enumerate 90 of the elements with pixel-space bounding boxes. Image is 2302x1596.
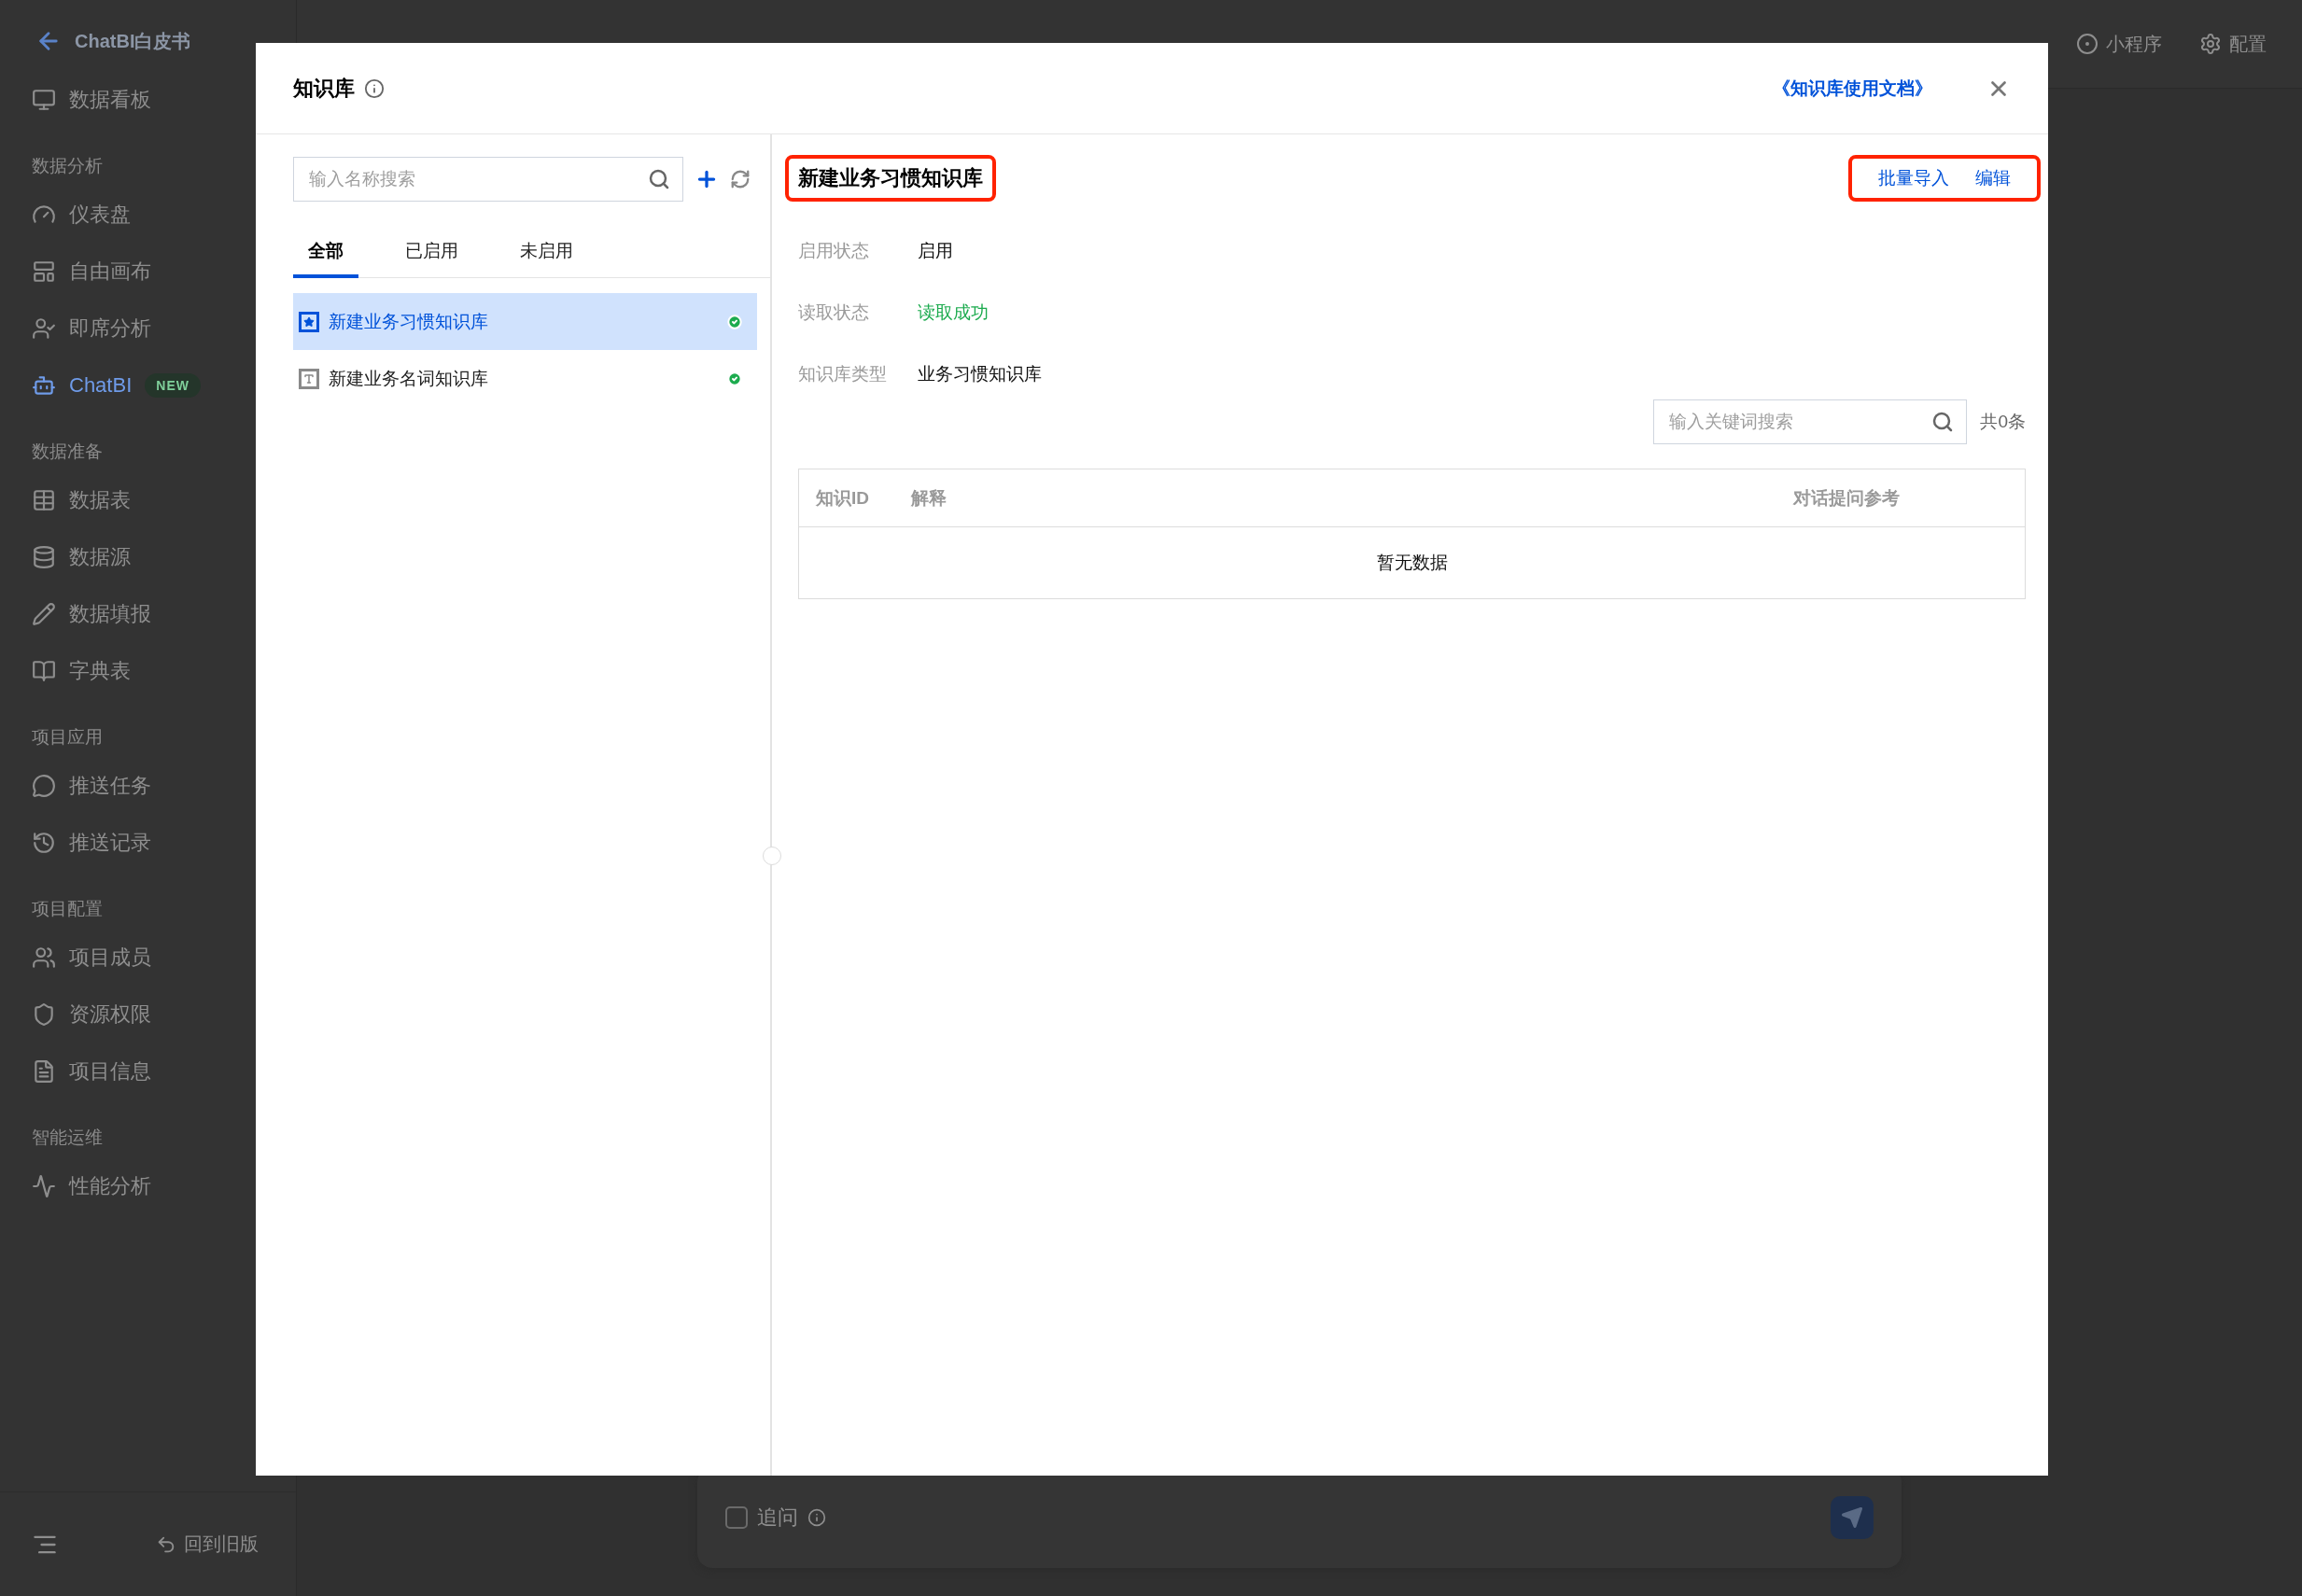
knowledge-base-item[interactable]: 新建业务名词知识库 [293,350,757,407]
nav-item[interactable]: 资源权限 [0,986,296,1043]
send-button[interactable] [1831,1496,1874,1539]
nav-label: 自由画布 [69,258,151,285]
field-label: 读取状态 [798,301,870,324]
filter-tab[interactable]: 未启用 [505,239,588,278]
nav-item[interactable]: 数据表 [0,471,296,528]
layout-icon [32,259,56,284]
field-value: 业务习惯知识库 [918,363,1042,385]
action-link[interactable]: 编辑 [1975,166,2011,190]
send-icon [1841,1506,1863,1529]
section-title: 智能运维 [31,1127,104,1149]
nav-label: 资源权限 [69,1001,151,1028]
field-label: 知识库类型 [798,363,888,385]
nav-item[interactable]: 项目信息 [0,1043,296,1099]
circle-icon [2076,33,2098,55]
column-header: 知识ID [816,486,870,510]
keyword-search-field[interactable]: 输入关键词搜索 [1653,399,1968,444]
section-title: 数据分析 [31,155,104,177]
search-icon[interactable] [1931,411,1955,433]
pulse-icon [32,1173,56,1198]
nav-item[interactable]: 数据源 [0,528,296,585]
item-label: 新建业务习惯知识库 [329,310,489,333]
nav-label: 性能分析 [69,1172,151,1199]
refresh-icon [730,169,751,189]
old-version-button[interactable]: 回到旧版 [156,1532,259,1557]
empty-message: 暂无数据 [1376,552,1448,574]
shield-icon [32,1001,56,1027]
section-title: 项目应用 [31,726,104,749]
nav-item[interactable]: 项目成员 [0,929,296,986]
resize-handle[interactable] [763,847,781,865]
dialog-title: 知识库 [293,75,355,102]
nav-item[interactable]: ChatBI NEW [0,357,296,413]
top-bar-action[interactable]: 小程序 [2076,31,2162,57]
field-value: 启用 [918,240,953,262]
search-icon[interactable] [648,168,670,190]
follow-up-label: 追问 [757,1505,798,1531]
nav-item[interactable]: 即席分析 [0,300,296,357]
nav-label: 数据看板 [69,86,151,113]
nav-label: 数据表 [69,486,131,513]
nav-label: 数据源 [69,543,131,570]
record-count: 共0条 [1980,411,2026,433]
name-search-field[interactable]: 输入名称搜索 [293,157,683,202]
nav-label: 推送记录 [69,829,151,856]
database-icon [32,544,56,569]
new-badge: NEW [145,372,201,398]
table-icon [32,487,56,512]
nav-item[interactable]: 字典表 [0,642,296,699]
knowledge-base-title: 新建业务习惯知识库 [785,155,996,202]
section-title: 项目配置 [31,898,104,920]
top-bar-action[interactable]: 配置 [2199,31,2267,57]
info-icon[interactable] [364,77,385,99]
pencil-icon [32,601,56,626]
info-icon [807,1508,826,1527]
field-label: 启用状态 [798,240,870,262]
nav-label: 项目成员 [69,944,151,971]
chat-bubble-icon [32,773,56,798]
field-value: 读取成功 [918,301,989,324]
column-header: 对话提问参考 [1793,486,1901,510]
user-icon [32,315,56,341]
nav-item[interactable]: 自由画布 [0,243,296,300]
filter-tab[interactable]: 全部 [293,239,358,278]
follow-up-checkbox[interactable] [725,1506,748,1529]
nav-item[interactable]: 推送任务 [0,757,296,814]
knowledge-base-item[interactable]: 新建业务习惯知识库 [293,293,757,350]
nav-label: ChatBI [69,372,133,398]
nav-item[interactable]: 性能分析 [0,1157,296,1214]
item-label: 新建业务名词知识库 [329,367,489,390]
nav-label: 推送任务 [69,772,151,799]
nav-label: 项目信息 [69,1057,151,1085]
document-icon [32,1058,56,1084]
nav-label: 字典表 [69,657,131,684]
filter-tab[interactable]: 已启用 [390,239,473,278]
book-icon [32,658,56,683]
nav-label: 数据填报 [69,600,151,627]
action-link[interactable]: 批量导入 [1878,166,1949,190]
settings-icon [2199,33,2222,55]
nav-item[interactable]: 推送记录 [0,814,296,871]
refresh-button[interactable] [730,169,751,189]
project-title: ChatBI白皮书 [75,29,191,53]
users-icon [32,945,56,970]
monitor-icon [32,87,56,112]
nav-item[interactable]: 仪表盘 [0,186,296,243]
column-header: 解释 [911,486,947,510]
nav-label: 即席分析 [69,315,151,342]
doc-link[interactable]: 《知识库使用文档》 [1773,76,1932,101]
nav-label: 仪表盘 [69,201,131,228]
nav-item[interactable]: 数据填报 [0,585,296,642]
history-icon [32,830,56,855]
section-title: 数据准备 [31,441,104,463]
